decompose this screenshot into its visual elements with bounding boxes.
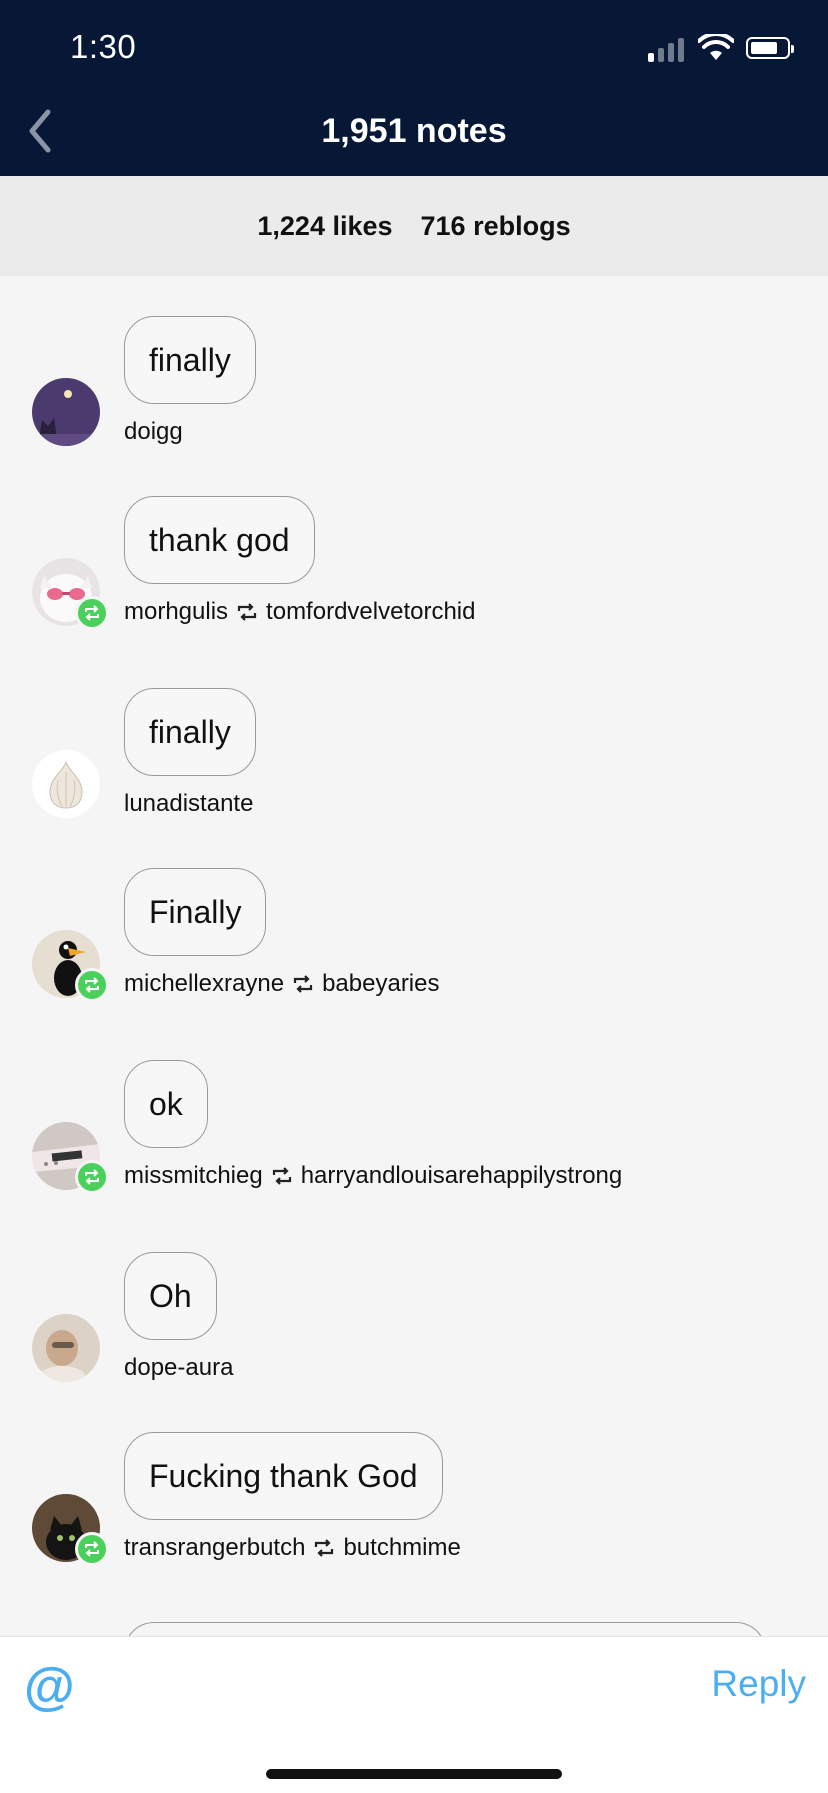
- note-bubble: thank god: [124, 496, 315, 584]
- wifi-icon: [698, 34, 734, 60]
- page-title: 1,951 notes: [321, 112, 507, 150]
- reblog-icon: [237, 603, 257, 621]
- note-bubble: Oh: [124, 1252, 217, 1340]
- note-item: Oh dope-aura: [0, 1212, 828, 1382]
- reblog-badge-icon: [75, 1532, 109, 1566]
- reblog-icon: [293, 975, 313, 993]
- note-meta: michellexrayne babeyaries: [124, 970, 440, 998]
- moon-cat-avatar[interactable]: [32, 378, 100, 446]
- note-username[interactable]: lunadistante: [124, 790, 253, 818]
- notes-tabs: 1,224 likes 716 reblogs: [0, 176, 828, 276]
- tab-reblogs[interactable]: 716 reblogs: [421, 211, 571, 242]
- note-bubble: Fucking thank God: [124, 1432, 443, 1520]
- tab-likes[interactable]: 1,224 likes: [257, 211, 392, 242]
- reblogged-from-username[interactable]: babeyaries: [322, 970, 439, 998]
- note-item: thank god morhgulis tomfordvelvetorchid: [0, 456, 828, 630]
- reply-bar: @ Reply: [0, 1636, 828, 1793]
- note-meta: morhgulis tomfordvelvetorchid: [124, 598, 475, 626]
- note-bubble: ok: [124, 1060, 208, 1148]
- cellular-signal-icon: [648, 36, 688, 62]
- reblog-icon: [315, 1539, 334, 1557]
- note-username[interactable]: transrangerbutch: [124, 1534, 305, 1562]
- note-bubble: finally: [124, 316, 256, 404]
- garlic-avatar[interactable]: [32, 750, 100, 818]
- note-meta: missmitchieg harryandlouisarehappilystro…: [124, 1162, 622, 1190]
- note-bubble: Finally: [124, 868, 267, 956]
- note-bubble: finally: [124, 688, 256, 776]
- reblogged-from-username[interactable]: butchmime: [343, 1534, 460, 1562]
- battery-icon: [746, 37, 794, 59]
- status-time: 1:30: [70, 28, 137, 65]
- note-item: finally lunadistante: [0, 648, 828, 818]
- note-item: finally doigg: [0, 276, 828, 446]
- note-username[interactable]: doigg: [124, 418, 183, 446]
- mention-button[interactable]: @: [24, 1657, 75, 1717]
- notes-list: finally doigg thank god morhgulis tomfor…: [0, 276, 828, 1636]
- note-item: Fucking thank God transrangerbutch butch…: [0, 1392, 828, 1566]
- reblog-badge-icon: [75, 968, 109, 1002]
- note-meta: transrangerbutch butchmime: [124, 1534, 461, 1562]
- note-username[interactable]: morhgulis: [124, 598, 228, 626]
- reblogged-from-username[interactable]: harryandlouisarehappilystrong: [301, 1162, 623, 1190]
- reblog-badge-icon: [75, 596, 109, 630]
- home-indicator[interactable]: [266, 1769, 562, 1779]
- note-meta: dope-aura: [124, 1354, 233, 1382]
- next-note-bubble: [124, 1622, 766, 1636]
- note-meta: lunadistante: [124, 790, 253, 818]
- reblogged-from-username[interactable]: tomfordvelvetorchid: [266, 598, 475, 626]
- status-icons: [648, 34, 798, 68]
- note-item: ok missmitchieg harryandlouisarehappilys…: [0, 1020, 828, 1194]
- reply-button[interactable]: Reply: [711, 1663, 806, 1705]
- note-username[interactable]: michellexrayne: [124, 970, 284, 998]
- navigation-header: 1:30 1,951 notes: [0, 0, 828, 176]
- note-meta: doigg: [124, 418, 183, 446]
- note-username[interactable]: missmitchieg: [124, 1162, 263, 1190]
- person-avatar[interactable]: [32, 1314, 100, 1382]
- reblog-icon: [272, 1167, 291, 1185]
- note-item: Finally michellexrayne babeyaries: [0, 828, 828, 1002]
- note-username[interactable]: dope-aura: [124, 1354, 233, 1382]
- reblog-badge-icon: [75, 1160, 109, 1194]
